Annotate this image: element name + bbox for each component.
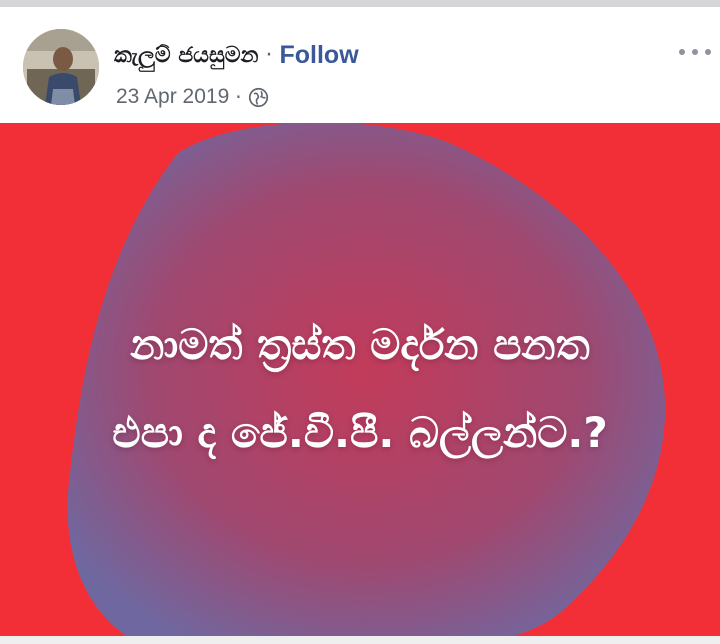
- avatar[interactable]: [23, 29, 99, 105]
- post-date[interactable]: 23 Apr 2019: [116, 85, 229, 109]
- name-separator: ·: [265, 42, 273, 68]
- caption-line-2: එපා ද ජේ.වී.පී. බල්ලන්ට.?: [112, 408, 608, 457]
- follow-button[interactable]: Follow: [279, 41, 358, 70]
- more-dot: [692, 49, 698, 55]
- globe-icon: [248, 87, 268, 107]
- purple-blob-shape: [67, 123, 666, 644]
- more-dot: [679, 49, 685, 55]
- more-dot: [705, 49, 711, 55]
- meta-separator: ·: [235, 85, 242, 109]
- author-row: කැලුම් ජයසුමන · Follow: [114, 37, 359, 73]
- avatar-photo: [23, 29, 99, 105]
- top-divider: [0, 0, 720, 7]
- author-name[interactable]: කැලුම් ජයසුමන: [114, 43, 258, 68]
- bottom-divider: [0, 636, 720, 644]
- caption-line-1: නාමත් ත්‍රස්ත මර්දන පනත: [130, 320, 590, 369]
- post-meta: 23 Apr 2019 ·: [116, 83, 269, 111]
- post-image[interactable]: නාමත් ත්‍රස්ත මර්දන පනත එපා ද ජේ.වී.පී. …: [0, 123, 720, 644]
- more-options-icon[interactable]: [679, 45, 711, 59]
- post-header: කැලුම් ජයසුමන · Follow 23 Apr 2019 ·: [0, 7, 720, 123]
